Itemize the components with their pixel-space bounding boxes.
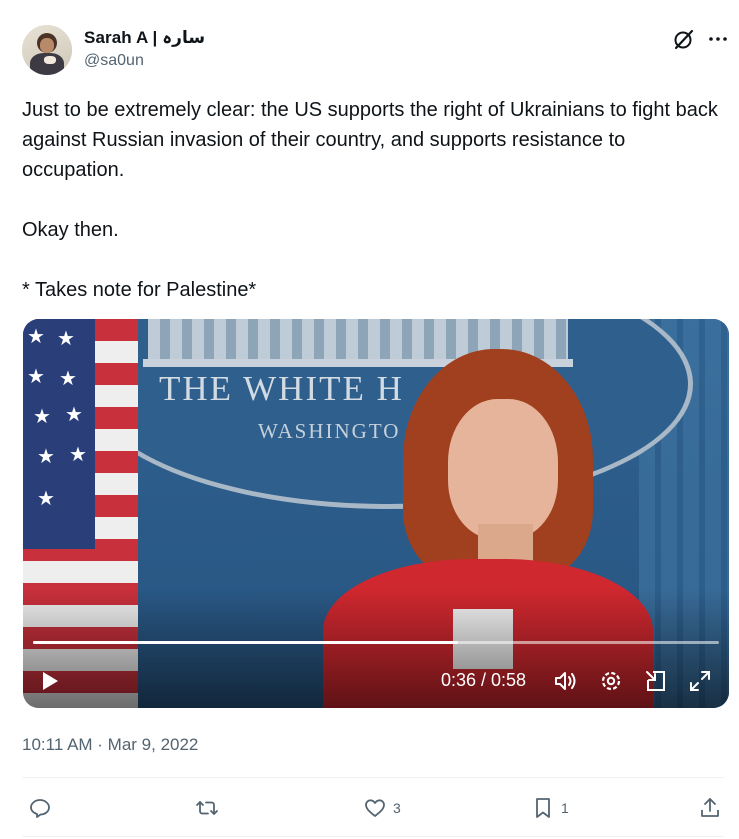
video-progress-fill [33,641,459,644]
avatar-face [40,38,54,53]
flag-star: ★ [65,404,83,426]
flag-star: ★ [27,326,45,348]
like-button[interactable]: 3 [363,795,401,821]
flag-canton [23,319,95,549]
video-time: 0:36 / 0:58 [441,670,527,690]
divider [22,836,724,837]
retweet-button[interactable] [195,795,225,821]
reply-icon [30,799,50,818]
bookmark-button[interactable]: 1 [531,795,569,821]
bookmark-count: 1 [561,800,569,816]
picture-in-picture-icon[interactable] [643,668,669,694]
volume-icon[interactable] [553,668,579,694]
retweet-icon [196,801,218,815]
fullscreen-icon[interactable] [687,668,713,694]
avatar[interactable] [22,25,72,75]
speaker-face [448,399,558,539]
sign-title: THE WHITE H [159,369,404,408]
tweet-timestamp[interactable]: 10:11 AM · Mar 9, 2022 [22,735,198,755]
video-progress-bar[interactable] [33,641,719,644]
flag-star: ★ [33,406,51,428]
more-icon[interactable] [706,27,730,51]
flag-star: ★ [27,366,45,388]
flag-star: ★ [37,488,55,510]
like-icon [365,799,385,817]
author-handle[interactable]: @sa0un [84,52,144,70]
settings-icon[interactable] [598,668,624,694]
flag-star: ★ [59,368,77,390]
flag-star: ★ [37,446,55,468]
bookmark-icon [536,798,550,818]
video-player[interactable]: THE WHITE H WASHINGTO ★ ★ ★ ★ ★ ★ ★ ★ ★ … [23,319,729,708]
share-button[interactable] [698,795,722,821]
play-icon[interactable] [37,669,61,693]
share-icon [701,798,719,817]
reply-button[interactable] [28,795,58,821]
grok-icon[interactable] [672,27,696,51]
sign-subtitle: WASHINGTO [258,419,401,443]
tweet-text: Just to be extremely clear: the US suppo… [22,99,718,301]
flag-star: ★ [57,328,75,350]
avatar-hands [44,56,56,64]
author-display-name[interactable]: Sarah A | سارہ [84,27,205,48]
flag-star: ★ [69,444,87,466]
divider [22,777,724,778]
like-count: 3 [393,800,401,816]
